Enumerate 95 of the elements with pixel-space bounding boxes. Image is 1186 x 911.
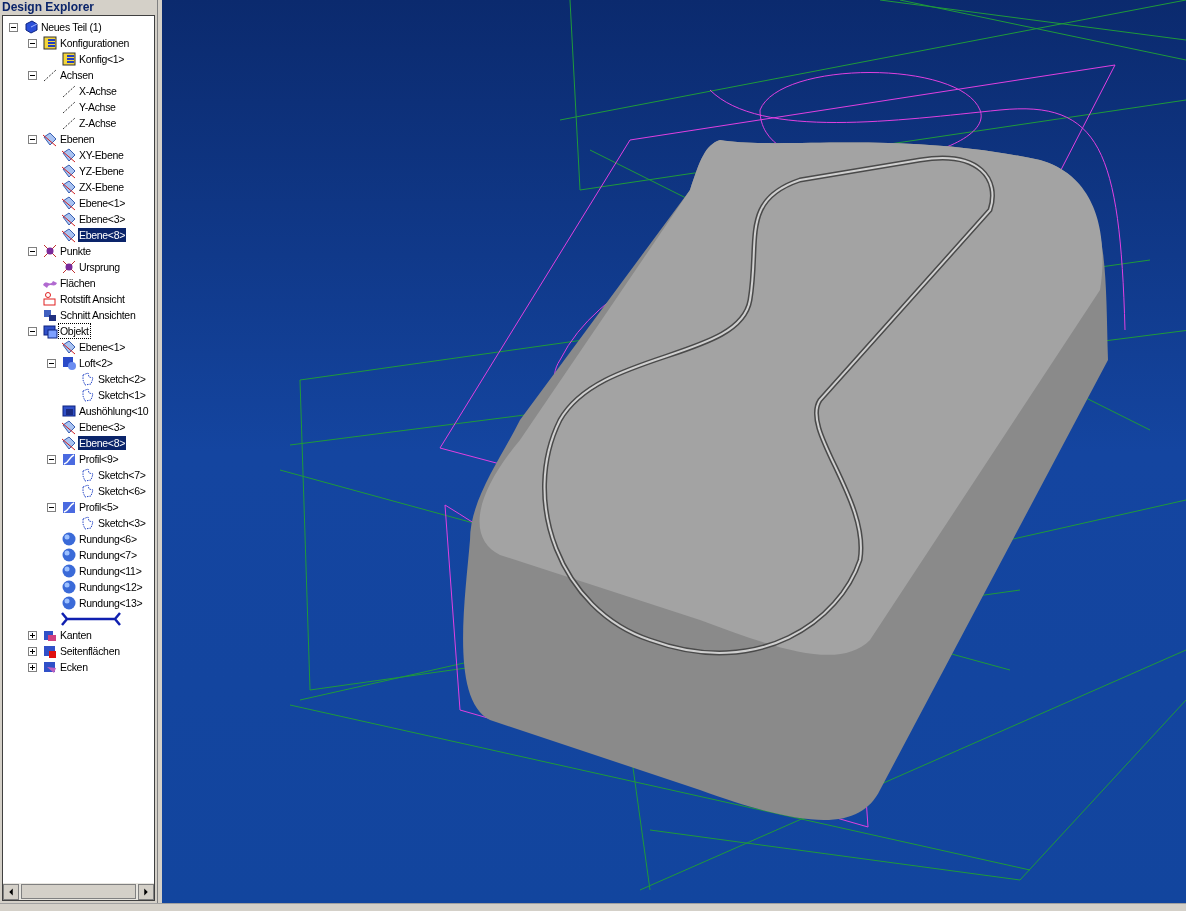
part-icon [23,19,39,35]
expand-toggle[interactable] [28,662,37,672]
profile-icon [61,499,77,515]
plane-icon [61,419,77,435]
rollback-bar[interactable] [61,612,121,626]
collapse-toggle[interactable] [28,134,37,144]
collapse-toggle[interactable] [28,326,37,336]
tree-item[interactable]: Aushöhlung<10 [78,404,150,418]
plane-icon [61,211,77,227]
tree-item[interactable]: Ebene<1> [78,196,127,210]
profile-icon [61,451,77,467]
tree-item[interactable]: Sketch<6> [97,484,147,498]
dashed-line-icon [42,67,58,83]
sketch-icon [80,387,96,403]
tree-item[interactable]: XY-Ebene [78,148,125,162]
tree-item[interactable]: Ebene<8> [78,436,127,450]
tree-item[interactable]: Ecken [59,660,89,674]
tree-item[interactable]: X-Achse [78,84,118,98]
tree-item[interactable]: Flächen [59,276,97,290]
dashed-line-icon [61,115,77,131]
tree-item[interactable]: Rotstift Ansicht [59,292,126,306]
sketch-icon [80,515,96,531]
collapse-toggle[interactable] [28,246,37,256]
sphere-icon [61,531,77,547]
plane-icon [42,131,58,147]
vertex-icon [42,659,58,675]
section-icon [42,307,58,323]
plane-icon [61,339,77,355]
table-icon [61,51,77,67]
scroll-left-icon[interactable] [3,883,19,900]
tree-item[interactable]: YZ-Ebene [78,164,125,178]
tree-item[interactable]: Rundung<12> [78,580,144,594]
tree-item[interactable]: Achsen [59,68,95,82]
sphere-icon [61,595,77,611]
collapse-toggle[interactable] [47,502,56,512]
scrollbar-thumb[interactable] [21,884,136,899]
plane-icon [61,195,77,211]
plane-icon [61,227,77,243]
tree-item[interactable]: Konfigurationen [59,36,131,50]
body-icon [42,323,58,339]
tree-item[interactable]: Z-Achse [78,116,117,130]
tree-item[interactable]: Schnitt Ansichten [59,308,137,322]
loft-icon [61,355,77,371]
tree-item[interactable]: Neues Teil (1) [40,20,103,34]
sketch-icon [80,371,96,387]
tree-item[interactable]: Sketch<3> [97,516,147,530]
plane-icon [61,147,77,163]
tree-item[interactable]: Konfig<1> [78,52,126,66]
face-icon [42,643,58,659]
tree-item[interactable]: Rundung<7> [78,548,138,562]
tree-item[interactable]: Ursprung [78,260,121,274]
dashed-line-icon [61,83,77,99]
tree-item[interactable]: Rundung<6> [78,532,138,546]
tree-item[interactable]: Rundung<13> [78,596,144,610]
sphere-icon [61,579,77,595]
tree-item[interactable]: Loft<2> [78,356,114,370]
collapse-toggle[interactable] [47,358,56,368]
tree-item[interactable]: Sketch<7> [97,468,147,482]
point-icon [61,259,77,275]
dashed-line-icon [61,99,77,115]
sphere-icon [61,563,77,579]
collapse-toggle[interactable] [9,22,18,32]
plane-icon [61,435,77,451]
scroll-right-icon[interactable] [138,883,154,900]
tree-item[interactable]: Profil<5> [78,500,120,514]
tree-item[interactable]: Punkte [59,244,92,258]
tree-item[interactable]: Seitenflächen [59,644,121,658]
tree-item[interactable]: Profil<9> [78,452,120,466]
tree-item[interactable]: Ebene<3> [78,212,127,226]
collapse-toggle[interactable] [47,454,56,464]
sphere-icon [61,547,77,563]
tree-item[interactable]: Sketch<2> [97,372,147,386]
tree-item[interactable]: ZX-Ebene [78,180,125,194]
tree-item[interactable]: Ebene<3> [78,420,127,434]
expand-toggle[interactable] [28,630,37,640]
sketch-icon [80,483,96,499]
horizontal-scrollbar[interactable] [3,883,154,900]
tree-item[interactable]: Ebene<1> [78,340,127,354]
plane-icon [61,179,77,195]
sketch-icon [80,467,96,483]
table-icon [42,35,58,51]
redline-icon [42,291,58,307]
tree-item[interactable]: Kanten [59,628,93,642]
tree-item[interactable]: Y-Achse [78,100,117,114]
tree-item[interactable]: Rundung<11> [78,564,143,578]
plane-icon [61,163,77,179]
point-icon [42,243,58,259]
tree-item[interactable]: Ebene<8> [78,228,127,242]
collapse-toggle[interactable] [28,38,37,48]
tree-item[interactable]: Sketch<1> [97,388,147,402]
tree-item[interactable]: Objekt [59,324,90,338]
tree-item[interactable]: Ebenen [59,132,96,146]
expand-toggle[interactable] [28,646,37,656]
cube-icon [61,403,77,419]
collapse-toggle[interactable] [28,70,37,80]
